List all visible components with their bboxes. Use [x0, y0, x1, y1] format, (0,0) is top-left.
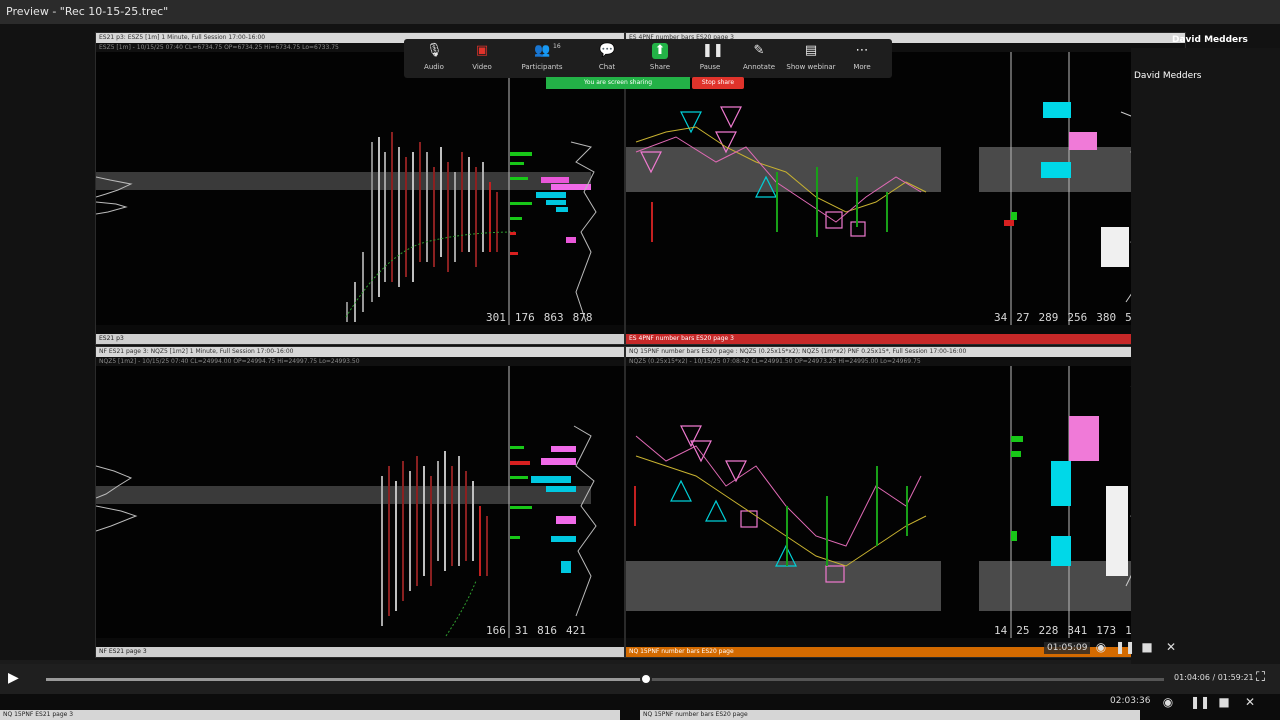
video-button[interactable]: ▣ Video [452, 43, 512, 71]
zone-band [626, 147, 941, 192]
chart-pane-nq-pnf[interactable]: NQ 15PNF number bars ES20 page : NQZ5 (0… [625, 346, 1186, 658]
participants-icon: 👥 [534, 43, 551, 58]
pane-stats: 1425228341173145 [994, 624, 1145, 637]
candles-nq [381, 451, 488, 626]
zone-band [626, 561, 941, 611]
close-icon[interactable]: ✕ [1163, 639, 1179, 655]
participants-button[interactable]: 👥 Participants [512, 43, 572, 71]
pane-footer[interactable]: ES21 p3 [96, 334, 624, 344]
shared-screen: ES21 p3: ESZ5 [1m] 1 Minute, Full Sessio… [0, 24, 1280, 684]
order-book-blocks [1011, 416, 1099, 566]
pane-title: NQ 15PNF number bars ES20 page : NQZ5 (0… [626, 347, 1185, 357]
chat-button[interactable]: 💬 Chat [577, 43, 637, 71]
seek-bar[interactable] [46, 673, 1164, 685]
pnf-markers [670, 425, 845, 583]
speaker-name-top: David Medders [1172, 35, 1248, 45]
pause-recording-icon[interactable]: ❚❚ [1115, 639, 1135, 655]
profile-white [1106, 486, 1128, 576]
volume-profile-right [573, 425, 597, 617]
video-player-bar: ▶ 01:04:06 / 01:59:21 ⛶ [0, 664, 1280, 694]
share-icon: ⬆ [652, 43, 668, 59]
recording-elapsed: 01:05:09 [1044, 642, 1091, 654]
more-button[interactable]: ⋯ More [832, 43, 892, 71]
pause-icon[interactable]: ❚❚ [1190, 694, 1210, 710]
stop-recording-icon[interactable]: ■ [1139, 639, 1155, 655]
candles-es [346, 132, 498, 322]
strip-controls: ◉ ❚❚ ■ ✕ [1160, 694, 1270, 710]
pane-stats: 301 176 863 878 [486, 311, 593, 324]
recording-controls: ◉ ❚❚ ■ ✕ [1093, 639, 1183, 655]
annotate-icon: ✎ [753, 43, 765, 58]
pnf-bars [634, 466, 908, 566]
profile-white [1101, 227, 1129, 267]
zone-band [96, 486, 591, 504]
chat-icon: 💬 [599, 43, 616, 58]
webinar-icon: ▤ [804, 43, 818, 58]
sharing-status-bar: You are screen sharing Stop share [546, 77, 746, 89]
pane-subtitle: NQZ5 (0.25x15*x2) - 10/15/25 07:08:42 CL… [626, 357, 1185, 366]
stop-icon[interactable]: ■ [1216, 694, 1232, 710]
pane-stats: 3427289256380563 [994, 311, 1145, 324]
order-book-profile [531, 446, 576, 573]
window-title: Preview - "Rec 10-15-25.trec" [0, 0, 1280, 24]
chart-pane-nq-1min[interactable]: NF ES21 page 3: NQZ5 [1m2] 1 Minute, Ful… [95, 346, 625, 658]
strip-elapsed: 02:03:36 [1110, 696, 1151, 706]
chart-canvas-nq-pnf[interactable] [626, 366, 1186, 639]
mic-icon: 🎙 [426, 43, 443, 58]
seek-progress [46, 678, 647, 681]
chart-canvas-es-1min[interactable] [96, 52, 625, 327]
annotate-button[interactable]: ✎ Annotate [729, 43, 789, 71]
pane-footer[interactable]: ES 4PNF number bars ES20 page 3 [626, 334, 1185, 344]
pane-footer[interactable]: NF ES21 page 3 [96, 647, 624, 657]
more-icon: ⋯ [855, 43, 869, 58]
stop-share-button[interactable]: Stop share [692, 77, 744, 89]
time-axis [96, 325, 624, 334]
seek-thumb[interactable] [640, 673, 653, 685]
pause-icon: ❚❚ [702, 43, 724, 58]
speaker-panel [1131, 48, 1280, 684]
meeting-toolbar: 🎙 Audio ▣ Video 👥 Participants 16 💬 Chat… [404, 39, 892, 78]
participants-badge: 16 [553, 43, 561, 50]
time-axis [626, 325, 1185, 334]
pane-subtitle: NQZ5 [1m2] - 10/15/25 07:40 CL=24994.00 … [96, 357, 624, 366]
chart-canvas-es-pnf[interactable] [626, 52, 1186, 327]
zone-band [96, 172, 591, 190]
pnf-line-pink [635, 435, 922, 547]
play-icon[interactable]: ▶ [8, 670, 19, 686]
time-axis [96, 638, 624, 647]
vwap-line [445, 580, 477, 637]
screen-sharing-message: You are screen sharing [546, 77, 690, 89]
pane-title: NF ES21 page 3: NQZ5 [1m2] 1 Minute, Ful… [96, 347, 624, 357]
secondary-strip: NQ 15PNF ES21 page 3 NQ 15PNF number bar… [0, 694, 1280, 720]
strip-footer-left[interactable]: NQ 15PNF ES21 page 3 [0, 710, 620, 720]
camera-icon[interactable]: ◉ [1160, 694, 1176, 710]
camera-icon[interactable]: ◉ [1093, 639, 1109, 655]
volume-profile-right [570, 141, 597, 323]
pnf-line-yellow [635, 455, 927, 567]
close-icon[interactable]: ✕ [1242, 694, 1258, 710]
video-off-icon: ▣ [475, 43, 489, 58]
speaker-name: David Medders [1134, 71, 1202, 81]
fullscreen-icon[interactable]: ⛶ [1256, 670, 1265, 685]
delta-bars [510, 152, 532, 255]
strip-footer-right[interactable]: NQ 15PNF number bars ES20 page [640, 710, 1140, 720]
pane-stats: 166 31 816 421 [486, 624, 586, 637]
playback-time: 01:04:06 / 01:59:21 [1174, 673, 1254, 682]
chart-canvas-nq-1min[interactable] [96, 366, 625, 639]
